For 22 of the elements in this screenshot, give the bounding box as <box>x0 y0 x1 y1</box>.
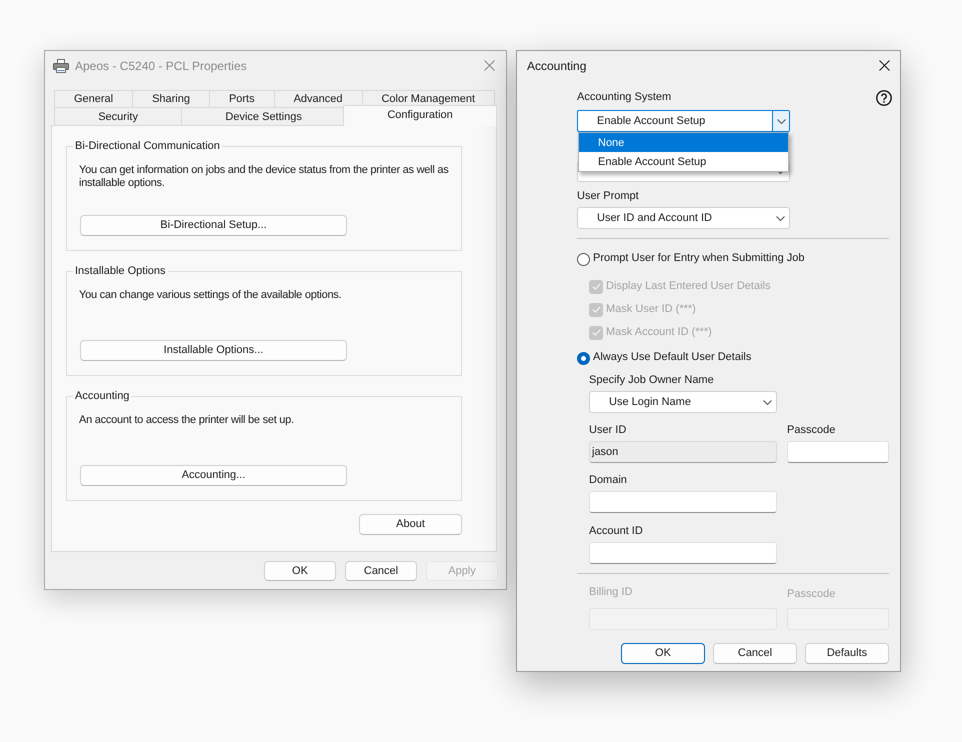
radio-label: Prompt User for Entry when Submitting Job <box>593 251 805 265</box>
group-title: Installable Options <box>74 264 166 278</box>
group-description: You can change various settings of the available options. <box>79 289 342 302</box>
field-label: User Prompt <box>577 189 639 203</box>
field-label: User ID <box>589 423 626 437</box>
radio-label: Always Use Default User Details <box>593 350 752 364</box>
field-label: Passcode <box>787 423 836 437</box>
checkbox-label: Mask User ID (***) <box>606 302 696 316</box>
field-label: Domain <box>589 473 627 487</box>
field-label: Passcode <box>787 587 836 601</box>
field-label: Account ID <box>589 524 643 538</box>
group-description: An account to access the printer will be set up. <box>79 414 294 427</box>
window-title: Apeos - C5240 - PCL Properties <box>75 58 247 72</box>
group-title: Accounting <box>74 389 130 403</box>
field-label: Billing ID <box>589 585 632 599</box>
group-description: You can get information on jobs and the device status from the printer as well as installable options. <box>79 164 450 190</box>
checkbox-label: Display Last Entered User Details <box>606 279 770 293</box>
window-title: Accounting <box>527 58 586 72</box>
field-label: Specify Job Owner Name <box>589 373 714 387</box>
checkbox-label: Mask Account ID (***) <box>606 325 712 339</box>
group-title: Bi-Directional Communication <box>74 139 221 153</box>
field-label: Accounting System <box>577 90 672 104</box>
